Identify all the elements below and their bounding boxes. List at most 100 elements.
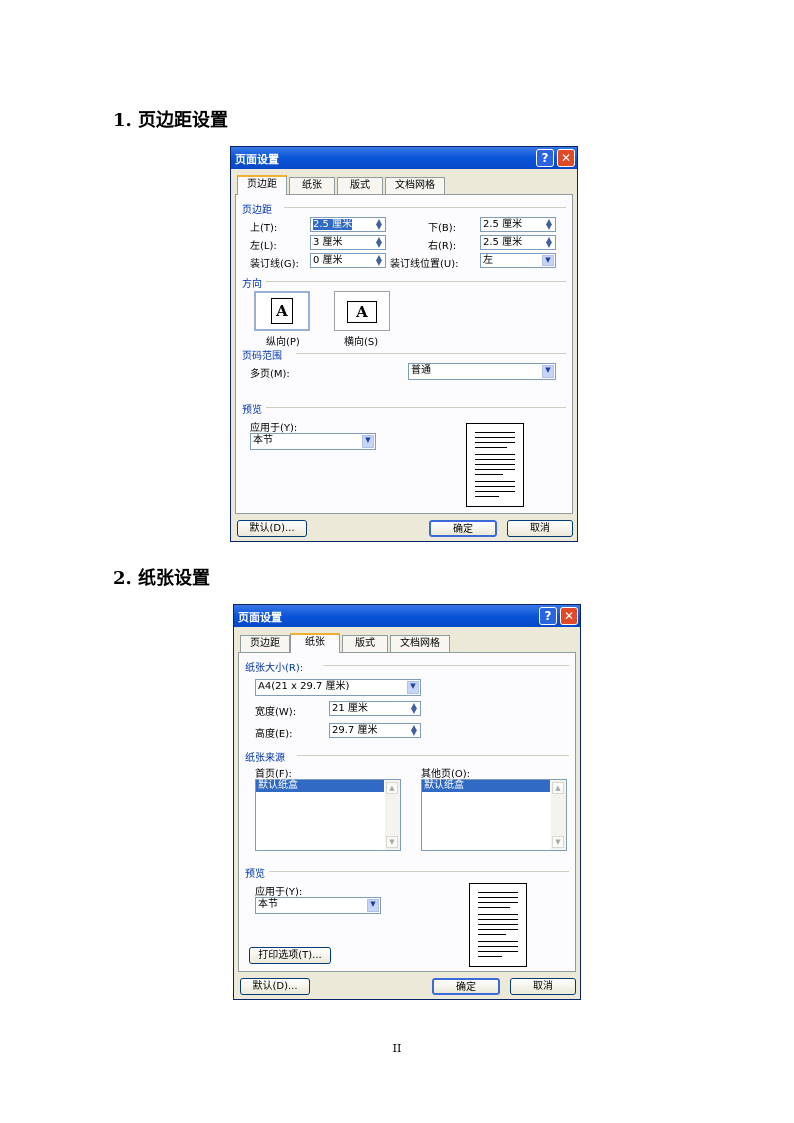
portrait-option[interactable]: A: [254, 291, 310, 331]
bottom-margin-value: 2.5 厘米: [483, 219, 523, 230]
preview-line: [478, 919, 518, 920]
divider: [269, 871, 569, 872]
other-pages-tray-list[interactable]: 默认纸盒 ▲ ▼: [421, 779, 567, 851]
scrollbar[interactable]: ▲ ▼: [551, 780, 566, 850]
pages-group-label: 页码范围: [242, 351, 282, 362]
height-spinner[interactable]: 29.7 厘米 ▲ ▼: [329, 723, 421, 738]
chevron-down-icon[interactable]: ▼: [542, 255, 554, 266]
tab-layout[interactable]: 版式: [342, 635, 388, 652]
gutter-position-value: 左: [483, 255, 493, 266]
preview-line: [475, 454, 515, 455]
chevron-down-icon[interactable]: ▼: [407, 681, 419, 694]
spin-arrows-icon[interactable]: ▲ ▼: [374, 236, 384, 249]
chevron-down-icon[interactable]: ▼: [367, 899, 379, 912]
scroll-up-icon[interactable]: ▲: [552, 782, 564, 794]
preview-group-label: 预览: [245, 869, 265, 880]
tab-document-grid[interactable]: 文档网格: [385, 177, 445, 194]
bottom-margin-spinner[interactable]: 2.5 厘米 ▲ ▼: [480, 217, 556, 232]
spin-arrows-icon[interactable]: ▲ ▼: [544, 236, 554, 249]
multiple-pages-label: 多页(M):: [250, 369, 290, 380]
right-margin-label: 右(R):: [428, 241, 457, 252]
portrait-label: 纵向(P): [266, 337, 300, 348]
paper-size-group-label: 纸张大小(R):: [245, 663, 304, 674]
gutter-label: 装订线(G):: [250, 259, 299, 270]
spin-arrows-icon[interactable]: ▲ ▼: [409, 724, 419, 737]
divider: [284, 207, 566, 208]
cancel-button[interactable]: 取消: [507, 520, 573, 537]
width-value: 21 厘米: [332, 703, 368, 714]
dialog-title: 页面设置: [235, 153, 279, 166]
tab-margins[interactable]: 页边距: [237, 175, 287, 195]
default-button[interactable]: 默认(D)...: [237, 520, 307, 537]
tab-panel: 纸张大小(R): A4(21 x 29.7 厘米) ▼ 宽度(W): 21 厘米…: [238, 652, 576, 972]
preview-line: [475, 491, 515, 492]
preview-line: [478, 907, 510, 908]
dialog-title: 页面设置: [238, 611, 282, 624]
spin-arrows-icon[interactable]: ▲ ▼: [544, 218, 554, 231]
tab-margins[interactable]: 页边距: [240, 635, 290, 652]
page-setup-dialog-paper: 页面设置 ? ✕ 页边距 纸张 版式 文档网格 纸张大小(R): A4(21 x…: [233, 604, 581, 1000]
multiple-pages-dropdown[interactable]: 普通 ▼: [408, 363, 556, 380]
other-pages-tray-item[interactable]: 默认纸盒: [422, 780, 550, 792]
chevron-down-icon[interactable]: ▼: [362, 435, 374, 448]
width-spinner[interactable]: 21 厘米 ▲ ▼: [329, 701, 421, 716]
ok-button[interactable]: 确定: [432, 978, 500, 995]
ok-button[interactable]: 确定: [429, 520, 497, 537]
left-margin-spinner[interactable]: 3 厘米 ▲ ▼: [310, 235, 386, 250]
apply-to-label: 应用于(Y):: [255, 887, 303, 898]
apply-to-dropdown[interactable]: 本节 ▼: [255, 897, 381, 914]
paper-size-dropdown[interactable]: A4(21 x 29.7 厘米) ▼: [255, 679, 421, 696]
title-bar[interactable]: 页面设置 ? ✕: [234, 605, 580, 627]
page-setup-dialog-margins: 页面设置 ? ✕ 页边距 纸张 版式 文档网格 页边距 上(T): 2.5 厘米…: [230, 146, 578, 542]
close-button[interactable]: ✕: [560, 607, 578, 625]
preview-line: [475, 432, 515, 433]
landscape-option[interactable]: A: [334, 291, 390, 331]
heading-paper: 2. 纸张设置: [113, 568, 211, 589]
right-margin-spinner[interactable]: 2.5 厘米 ▲ ▼: [480, 235, 556, 250]
preview-line: [478, 902, 518, 903]
default-button[interactable]: 默认(D)...: [240, 978, 310, 995]
first-page-tray-item[interactable]: 默认纸盒: [256, 780, 384, 792]
scrollbar[interactable]: ▲ ▼: [385, 780, 400, 850]
preview-line: [475, 464, 515, 465]
gutter-spinner[interactable]: 0 厘米 ▲ ▼: [310, 253, 386, 268]
scroll-down-icon[interactable]: ▼: [386, 836, 398, 848]
tab-document-grid[interactable]: 文档网格: [390, 635, 450, 652]
help-button[interactable]: ?: [539, 607, 557, 625]
spin-arrows-icon[interactable]: ▲ ▼: [409, 702, 419, 715]
close-icon: ✕: [560, 151, 572, 165]
preview-line: [478, 951, 518, 952]
apply-to-dropdown[interactable]: 本节 ▼: [250, 433, 376, 450]
question-icon: ?: [544, 609, 552, 623]
first-page-label: 首页(F):: [255, 769, 292, 780]
first-page-tray-list[interactable]: 默认纸盒 ▲ ▼: [255, 779, 401, 851]
close-button[interactable]: ✕: [557, 149, 575, 167]
preview-line: [475, 486, 515, 487]
height-label: 高度(E):: [255, 729, 293, 740]
scroll-up-icon[interactable]: ▲: [386, 782, 398, 794]
tab-layout[interactable]: 版式: [337, 177, 383, 194]
preview-line: [475, 469, 515, 470]
spin-arrows-icon[interactable]: ▲ ▼: [374, 218, 384, 231]
top-margin-spinner[interactable]: 2.5 厘米 ▲ ▼: [310, 217, 386, 232]
spin-arrows-icon[interactable]: ▲ ▼: [374, 254, 384, 267]
print-options-button[interactable]: 打印选项(T)...: [249, 947, 331, 964]
question-icon: ?: [541, 151, 549, 165]
preview-line: [478, 934, 506, 935]
title-bar[interactable]: 页面设置 ? ✕: [231, 147, 577, 169]
portrait-page-icon: A: [271, 298, 293, 324]
margins-group-label: 页边距: [242, 205, 272, 216]
gutter-value: 0 厘米: [313, 255, 343, 266]
tab-paper[interactable]: 纸张: [289, 177, 335, 194]
chevron-down-icon[interactable]: ▼: [542, 365, 554, 378]
apply-to-value: 本节: [253, 435, 273, 446]
preview-line: [478, 897, 518, 898]
preview-group-label: 预览: [242, 405, 262, 416]
cancel-button[interactable]: 取消: [510, 978, 576, 995]
tab-paper[interactable]: 纸张: [290, 633, 340, 653]
gutter-position-dropdown[interactable]: 左 ▼: [480, 253, 556, 268]
page-number: II: [392, 1042, 402, 1055]
apply-to-value: 本节: [258, 899, 278, 910]
scroll-down-icon[interactable]: ▼: [552, 836, 564, 848]
help-button[interactable]: ?: [536, 149, 554, 167]
